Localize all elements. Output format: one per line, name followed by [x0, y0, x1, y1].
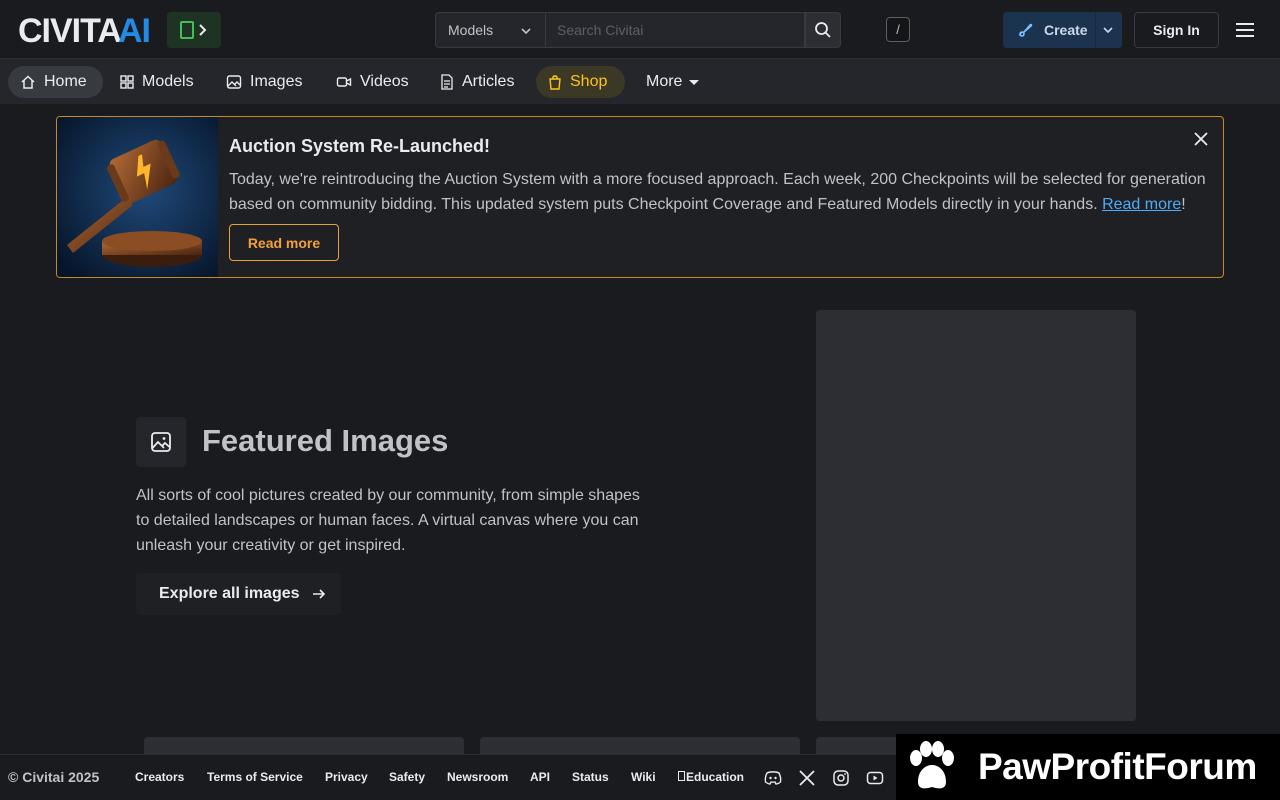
search-category-select[interactable]: Models — [435, 12, 546, 48]
chevron-right-icon — [199, 24, 207, 36]
banner-read-more-button[interactable]: Read more — [229, 224, 339, 261]
chevron-down-icon[interactable] — [1101, 23, 1115, 37]
sidebar-toggle-button[interactable] — [167, 12, 221, 48]
search-button[interactable] — [805, 12, 841, 48]
explore-all-images-button[interactable]: Explore all images — [136, 573, 341, 615]
nav-item-videos[interactable]: Videos — [324, 66, 424, 98]
caret-down-icon — [689, 80, 700, 85]
youtube-icon[interactable] — [866, 769, 884, 787]
shopping-bag-icon — [549, 75, 561, 90]
video-icon — [336, 77, 352, 87]
photo-icon — [226, 75, 242, 89]
search-bar: Models / — [435, 12, 910, 48]
header: CIVITAI AI Models / Create Sign In — [0, 0, 1280, 59]
footer-link-wiki[interactable]: Wiki — [631, 770, 656, 784]
footer-link-privacy[interactable]: Privacy — [325, 770, 368, 784]
watermark-text: PawProfitForum — [978, 746, 1257, 787]
footer-link-terms[interactable]: Terms of Service — [207, 770, 303, 784]
search-input[interactable] — [546, 12, 805, 48]
main-nav: Home Models Images Videos Articles Shop … — [0, 59, 1280, 104]
create-button[interactable]: Create — [1003, 12, 1122, 48]
banner-title: Auction System Re-Launched! — [229, 136, 491, 156]
arrow-right-icon — [312, 589, 325, 599]
nav-item-more[interactable]: More — [634, 66, 714, 98]
footer-link-education[interactable]: Education — [678, 770, 744, 784]
panel-icon — [180, 21, 194, 39]
banner-text: Today, we're reintroducing the Auction S… — [229, 171, 1206, 213]
announcement-banner: Auction System Re-Launched! Today, we're… — [56, 116, 1224, 278]
nav-item-models[interactable]: Models — [108, 66, 208, 98]
create-label: Create — [1044, 22, 1088, 38]
close-icon — [1194, 132, 1208, 146]
banner-read-more-link[interactable]: Read more — [1102, 196, 1181, 213]
banner-close-button[interactable] — [1193, 131, 1209, 147]
paw-icon — [910, 741, 954, 789]
instagram-icon[interactable] — [832, 769, 850, 787]
featured-images-description: All sorts of cool pictures created by ou… — [136, 487, 640, 554]
footer-link-safety[interactable]: Safety — [389, 770, 425, 784]
nav-item-home[interactable]: Home — [8, 66, 103, 98]
grid-icon — [120, 75, 134, 89]
svg-text:AI: AI — [118, 14, 150, 46]
home-icon — [21, 75, 35, 89]
sign-in-button[interactable]: Sign In — [1134, 12, 1219, 48]
nav-item-images[interactable]: Images — [214, 66, 318, 98]
photo-icon — [151, 432, 171, 452]
gavel-image — [57, 117, 218, 277]
search-shortcut-key: / — [886, 17, 910, 42]
menu-icon — [1236, 23, 1254, 37]
footer-link-newsroom[interactable]: Newsroom — [447, 770, 508, 784]
civitai-logo[interactable]: CIVITAI AI — [18, 12, 156, 50]
file-text-icon — [441, 74, 453, 90]
nav-item-shop[interactable]: Shop — [536, 66, 625, 98]
footer-link-api[interactable]: API — [530, 770, 550, 784]
discord-icon[interactable] — [764, 769, 782, 787]
search-icon — [815, 22, 831, 38]
copyright: © Civitai 2025 — [8, 769, 100, 785]
x-icon[interactable] — [798, 769, 816, 787]
featured-images-icon-box — [136, 417, 186, 467]
watermark-overlay: PawProfitForum — [896, 734, 1280, 800]
featured-image-card[interactable] — [816, 310, 1136, 721]
chevron-down-icon — [521, 28, 531, 35]
nav-item-articles[interactable]: Articles — [428, 66, 532, 98]
hamburger-menu-button[interactable] — [1234, 18, 1256, 42]
brush-icon — [1019, 23, 1033, 37]
search-category-value: Models — [448, 22, 494, 38]
svg-text:CIVITAI: CIVITAI — [18, 14, 129, 46]
footer-link-creators[interactable]: Creators — [135, 770, 184, 784]
footer-link-status[interactable]: Status — [572, 770, 609, 784]
featured-images-title: Featured Images — [202, 423, 449, 458]
